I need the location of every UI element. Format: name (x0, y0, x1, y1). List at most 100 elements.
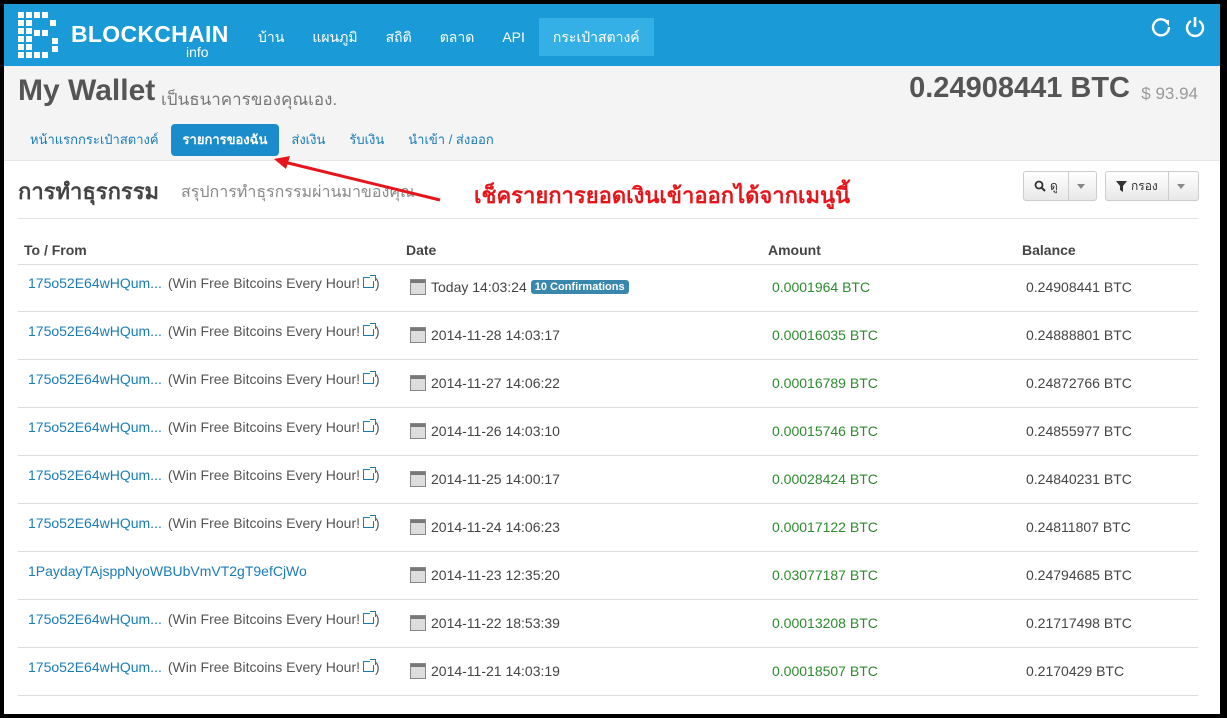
tx-amount[interactable]: 0.03077187 BTC (772, 567, 878, 583)
transaction-icon[interactable] (410, 663, 426, 679)
col-amount: Amount (768, 242, 821, 258)
filter-dropdown-button[interactable]: กรอง (1105, 171, 1199, 201)
section-divider (18, 218, 1198, 219)
address-link[interactable]: 175o52E64wHQum... (28, 275, 162, 291)
wallet-subnav: หน้าแรกกระเป๋าสตางค์ รายการของฉัน ส่งเงิ… (18, 124, 506, 156)
external-link-icon[interactable] (363, 275, 377, 288)
tx-balance: 0.24855977 BTC (1026, 423, 1132, 439)
external-link-icon[interactable] (363, 659, 377, 672)
address-label: (Win Free Bitcoins Every Hour! (167, 323, 361, 339)
tx-date: 2014-11-28 14:03:17 (431, 327, 560, 343)
chevron-down-icon[interactable] (1067, 172, 1093, 200)
nav-stats[interactable]: สถิติ (372, 18, 426, 56)
address-link[interactable]: 175o52E64wHQum... (28, 515, 162, 531)
address-label: (Win Free Bitcoins Every Hour! (167, 371, 361, 387)
tx-balance: 0.24888801 BTC (1026, 327, 1132, 343)
brand-sub: info (186, 44, 209, 60)
logout-power-icon[interactable] (1184, 16, 1206, 38)
transaction-icon[interactable] (410, 519, 426, 535)
external-link-icon[interactable] (363, 323, 377, 336)
address-link[interactable]: 175o52E64wHQum... (28, 371, 162, 387)
address-link[interactable]: 175o52E64wHQum... (28, 467, 162, 483)
address-label: (Win Free Bitcoins Every Hour! (167, 467, 361, 483)
tx-date: 2014-11-25 14:00:17 (431, 471, 560, 487)
wallet-balance-usd: $ 93.94 (1141, 84, 1198, 103)
nav-wallet[interactable]: กระเป๋าสตางค์ (538, 18, 654, 56)
external-link-icon[interactable] (363, 515, 377, 528)
view-dropdown-button[interactable]: ดู (1023, 171, 1097, 201)
tab-wallet-home[interactable]: หน้าแรกกระเป๋าสตางค์ (18, 124, 171, 156)
tx-balance: 0.24794685 BTC (1026, 567, 1132, 583)
tx-balance: 0.2170429 BTC (1026, 663, 1125, 679)
tx-amount[interactable]: 0.00013208 BTC (772, 615, 878, 631)
tx-date: 2014-11-21 14:03:19 (431, 663, 560, 679)
annotation-text: เช็ครายการยอดเงินเข้าออกได้จากเมนูนี้ (474, 183, 851, 208)
tab-receive[interactable]: รับเงิน (337, 124, 396, 156)
transaction-icon[interactable] (410, 615, 426, 631)
view-label: ดู (1050, 178, 1058, 193)
tx-date: 2014-11-26 14:03:10 (431, 423, 560, 439)
tx-amount[interactable]: 0.00016035 BTC (772, 327, 878, 343)
table-row: 175o52E64wHQum... (Win Free Bitcoins Ever… (18, 264, 1198, 312)
tx-balance: 0.24840231 BTC (1026, 471, 1132, 487)
col-date: Date (406, 242, 437, 258)
col-balance: Balance (1022, 242, 1076, 258)
external-link-icon[interactable] (363, 467, 377, 480)
address-link[interactable]: 175o52E64wHQum... (28, 419, 162, 435)
page-title: My Wallet (18, 74, 156, 107)
wallet-header: My Wallet เป็นธนาคารของคุณเอง. 0.2490844… (4, 66, 1220, 161)
refresh-icon[interactable] (1150, 16, 1172, 38)
table-row: 175o52E64wHQum... (Win Free Bitcoins Ever… (18, 600, 1198, 648)
tx-date: 2014-11-23 12:35:20 (431, 567, 560, 583)
tx-balance: 0.24811807 BTC (1026, 519, 1131, 535)
nav-api[interactable]: API (488, 18, 539, 56)
tx-amount[interactable]: 0.00015746 BTC (772, 423, 878, 439)
transaction-icon[interactable] (410, 375, 426, 391)
address-link[interactable]: 175o52E64wHQum... (28, 611, 162, 627)
zoom-icon (1034, 180, 1046, 192)
tx-amount[interactable]: 0.00018507 BTC (772, 663, 878, 679)
address-label: (Win Free Bitcoins Every Hour! (167, 611, 361, 627)
address-link[interactable]: 175o52E64wHQum... (28, 659, 162, 675)
tx-balance: 0.21717498 BTC (1026, 615, 1132, 631)
col-to-from: To / From (24, 242, 87, 258)
blockchain-logo-icon[interactable] (16, 10, 62, 60)
section-title: การทำธุรกรรม (18, 179, 160, 204)
nav-home[interactable]: บ้าน (244, 18, 298, 56)
transaction-icon[interactable] (410, 327, 426, 343)
tx-amount[interactable]: 0.00017122 BTC (772, 519, 878, 535)
page-subtitle: เป็นธนาคารของคุณเอง. (161, 90, 338, 109)
tx-date: 2014-11-22 18:53:39 (431, 615, 560, 631)
external-link-icon[interactable] (363, 371, 377, 384)
address-link[interactable]: 175o52E64wHQum... (28, 323, 162, 339)
external-link-icon[interactable] (363, 419, 377, 432)
transactions-table: 175o52E64wHQum... (Win Free Bitcoins Ever… (18, 264, 1198, 696)
app-window: BLOCKCHAIN info บ้าน แผนภูมิ สถิติ ตลาด … (4, 4, 1220, 714)
transaction-icon[interactable] (410, 423, 426, 439)
chevron-down-icon[interactable] (1167, 172, 1193, 200)
nav-markets[interactable]: ตลาด (426, 18, 489, 56)
tab-import-export[interactable]: นำเข้า / ส่งออก (396, 124, 505, 156)
address-label: (Win Free Bitcoins Every Hour! (167, 659, 361, 675)
wallet-balance[interactable]: 0.24908441 BTC (909, 72, 1130, 105)
tx-amount[interactable]: 0.0001964 BTC (772, 279, 870, 295)
tx-date: Today 14:03:24 (431, 279, 527, 295)
transaction-icon[interactable] (410, 471, 426, 487)
table-row: 1PaydayTAjsppNyoWBUbVmVT2gT9efCjWo 2014-… (18, 552, 1198, 600)
main-nav: บ้าน แผนภูมิ สถิติ ตลาด API กระเป๋าสตางค… (244, 18, 654, 56)
address-link[interactable]: 1PaydayTAjsppNyoWBUbVmVT2gT9efCjWo (28, 563, 307, 579)
tx-balance: 0.24872766 BTC (1026, 375, 1132, 391)
transaction-icon[interactable] (410, 567, 426, 583)
filter-label: กรอง (1131, 178, 1158, 193)
transaction-icon[interactable] (410, 279, 426, 295)
nav-charts[interactable]: แผนภูมิ (298, 18, 371, 56)
tx-amount[interactable]: 0.00016789 BTC (772, 375, 878, 391)
tab-send[interactable]: ส่งเงิน (279, 124, 337, 156)
table-row: 175o52E64wHQum... (Win Free Bitcoins Ever… (18, 312, 1198, 360)
external-link-icon[interactable] (363, 611, 377, 624)
tab-my-transactions[interactable]: รายการของฉัน (170, 124, 280, 156)
annotation-arrow-icon (274, 156, 441, 202)
table-header: To / From Date Amount Balance (18, 240, 1198, 265)
tx-amount[interactable]: 0.00028424 BTC (772, 471, 878, 487)
top-icons (1150, 16, 1206, 38)
